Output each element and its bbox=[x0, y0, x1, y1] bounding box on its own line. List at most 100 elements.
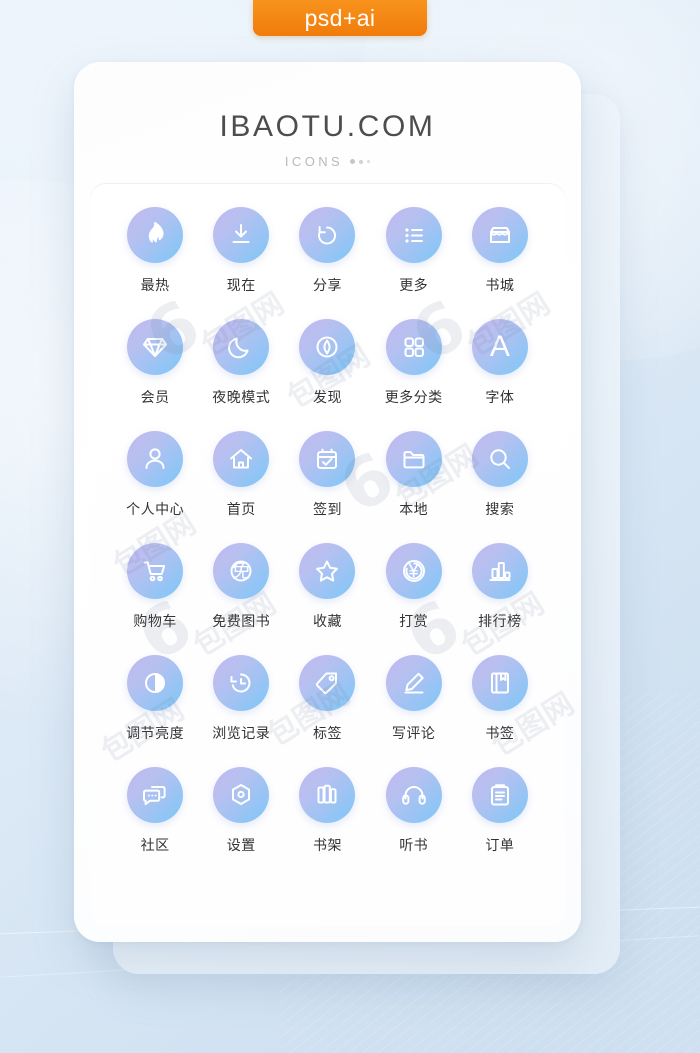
icon-label: 调节亮度 bbox=[126, 726, 185, 742]
tag-icon[interactable] bbox=[299, 655, 356, 711]
psd-ai-badge[interactable]: psd+ai bbox=[253, 0, 427, 36]
page-title: IBAOTU.COM bbox=[219, 110, 436, 143]
share-rotate-icon[interactable] bbox=[299, 207, 356, 263]
compass-icon[interactable] bbox=[299, 319, 356, 375]
pencil-icon[interactable] bbox=[385, 655, 442, 711]
free-circle-icon[interactable]: 免 bbox=[213, 543, 270, 599]
folder-icon[interactable] bbox=[385, 431, 442, 487]
calendar-check-icon[interactable] bbox=[299, 431, 356, 487]
icon-label: 购物车 bbox=[133, 614, 177, 630]
grid-four-icon[interactable] bbox=[385, 319, 442, 375]
psd-ai-badge-label: psd+ai bbox=[304, 4, 376, 31]
icon-label: 收藏 bbox=[312, 614, 342, 630]
icon-cell[interactable]: A 字体 bbox=[457, 319, 543, 407]
icon-cell[interactable]: 会员 bbox=[112, 319, 198, 407]
icon-label: 签到 bbox=[312, 502, 342, 518]
icon-cell[interactable]: 订单 bbox=[457, 767, 543, 855]
icon-label: 更多分类 bbox=[384, 390, 443, 406]
star-icon[interactable] bbox=[299, 543, 356, 599]
store-icon[interactable] bbox=[471, 207, 528, 263]
icon-label: 最热 bbox=[140, 278, 170, 294]
icon-label: 字体 bbox=[485, 390, 515, 406]
icon-cell[interactable]: 设置 bbox=[198, 767, 284, 855]
icon-cell[interactable]: 首页 bbox=[198, 431, 284, 519]
icon-cell[interactable]: 本地 bbox=[371, 431, 457, 519]
search-icon[interactable] bbox=[471, 431, 528, 487]
icon-cell[interactable]: 夜晚模式 bbox=[198, 319, 284, 407]
icon-label: 发现 bbox=[312, 390, 342, 406]
icon-cell[interactable]: 分享 bbox=[284, 207, 370, 295]
icon-label: 标签 bbox=[312, 726, 342, 742]
icon-cell[interactable]: ¥ 打赏 bbox=[371, 543, 457, 631]
icon-cell[interactable]: 更多分类 bbox=[371, 319, 457, 407]
icon-label: 书城 bbox=[485, 278, 515, 294]
icon-cell[interactable]: 写评论 bbox=[371, 655, 457, 743]
bar-chart-icon[interactable] bbox=[471, 543, 528, 599]
icon-label: 个人中心 bbox=[126, 502, 185, 518]
cart-icon[interactable] bbox=[127, 543, 184, 599]
diamond-icon[interactable] bbox=[127, 319, 184, 375]
icon-label: 更多 bbox=[399, 278, 429, 294]
chat-bubbles-icon[interactable] bbox=[127, 767, 184, 823]
icon-label: 书签 bbox=[485, 726, 515, 742]
icon-cell[interactable]: 签到 bbox=[284, 431, 370, 519]
page-subtitle: ICONS bbox=[74, 154, 581, 169]
icon-cell[interactable]: 个人中心 bbox=[112, 431, 198, 519]
clipboard-icon[interactable] bbox=[471, 767, 528, 823]
icon-label: 会员 bbox=[140, 390, 170, 406]
page-subtitle-label: ICONS bbox=[284, 154, 344, 169]
icon-cell[interactable]: 标签 bbox=[284, 655, 370, 743]
icon-label: 社区 bbox=[140, 838, 170, 854]
download-icon[interactable] bbox=[213, 207, 270, 263]
icon-cell[interactable]: 搜索 bbox=[457, 431, 543, 519]
icon-label: 设置 bbox=[226, 838, 256, 854]
icon-label: 本地 bbox=[399, 502, 429, 518]
letter-a-icon[interactable]: A bbox=[471, 319, 528, 375]
icon-label: 打赏 bbox=[399, 614, 429, 630]
headphones-icon[interactable] bbox=[385, 767, 442, 823]
icon-label: 浏览记录 bbox=[212, 726, 271, 742]
user-icon[interactable] bbox=[127, 431, 184, 487]
history-icon[interactable] bbox=[213, 655, 270, 711]
icon-label: 写评论 bbox=[391, 726, 436, 742]
icon-label: 排行榜 bbox=[478, 614, 522, 630]
icon-label: 听书 bbox=[399, 838, 429, 854]
icon-label: 搜索 bbox=[485, 502, 515, 518]
icon-cell[interactable]: 收藏 bbox=[284, 543, 370, 631]
icon-label: 订单 bbox=[485, 838, 515, 854]
yen-coin-icon[interactable]: ¥ bbox=[385, 543, 442, 599]
icon-cell[interactable]: 书城 bbox=[457, 207, 543, 295]
icon-cell[interactable]: 排行榜 bbox=[457, 543, 543, 631]
icon-cell[interactable]: 最热 bbox=[112, 207, 198, 295]
icon-cell[interactable]: 调节亮度 bbox=[112, 655, 198, 743]
icon-cell[interactable]: 书签 bbox=[457, 655, 543, 743]
bookmark-icon[interactable] bbox=[471, 655, 528, 711]
moon-icon[interactable] bbox=[213, 319, 270, 375]
icon-cell[interactable]: 书架 bbox=[284, 767, 370, 855]
icon-cell[interactable]: 购物车 bbox=[112, 543, 198, 631]
icon-label: 书架 bbox=[312, 838, 342, 854]
icon-label: 首页 bbox=[226, 502, 256, 518]
icon-cell[interactable]: 免免费图书 bbox=[198, 543, 284, 631]
icon-cell[interactable]: 浏览记录 bbox=[198, 655, 284, 743]
icon-panel: 最热 现在 分享 更多 书城会员 夜晚模式 发现 更多分类 A 字体个人中心 首页 签到 本地 搜索购物车… bbox=[90, 183, 565, 926]
subtitle-dots-icon bbox=[350, 159, 371, 164]
icon-cell[interactable]: 现在 bbox=[198, 207, 284, 295]
icon-label: 分享 bbox=[312, 278, 342, 294]
card-header: IBAOTU.COM ICONS bbox=[74, 62, 581, 169]
icon-cell[interactable]: 更多 bbox=[371, 207, 457, 295]
bookshelf-icon[interactable] bbox=[299, 767, 356, 823]
icon-cell[interactable]: 社区 bbox=[112, 767, 198, 855]
icon-set-card: IBAOTU.COM ICONS 最热 现在 分享 更多 书城会员 夜晚模式 发现 更多分类 A… bbox=[74, 62, 581, 942]
icon-label: 免费图书 bbox=[212, 614, 271, 630]
icon-label: 现在 bbox=[226, 278, 256, 294]
icon-cell[interactable]: 听书 bbox=[371, 767, 457, 855]
flame-icon[interactable] bbox=[127, 207, 184, 263]
icon-label: 夜晚模式 bbox=[212, 390, 271, 406]
brightness-icon[interactable] bbox=[127, 655, 184, 711]
hex-gear-icon[interactable] bbox=[213, 767, 270, 823]
list-icon[interactable] bbox=[385, 207, 442, 263]
home-icon[interactable] bbox=[213, 431, 270, 487]
icon-cell[interactable]: 发现 bbox=[284, 319, 370, 407]
icon-grid: 最热 现在 分享 更多 书城会员 夜晚模式 发现 更多分类 A 字体个人中心 首页 签到 本地 搜索购物车… bbox=[112, 207, 543, 855]
